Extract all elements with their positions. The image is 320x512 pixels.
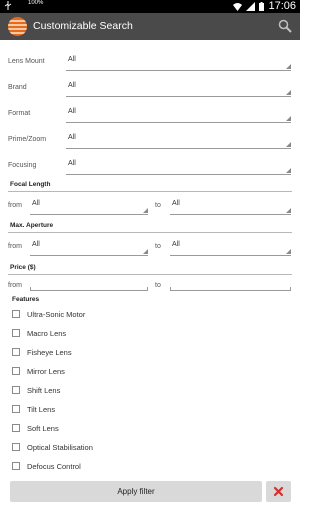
checkbox[interactable] (12, 462, 20, 470)
price-to-label: to (155, 282, 161, 289)
battery-icon (259, 1, 265, 11)
brand-row: Brand All (0, 77, 300, 103)
signal-icon (246, 1, 256, 11)
checkbox[interactable] (12, 329, 20, 337)
lens-logo-icon[interactable] (8, 17, 27, 36)
dropdown-arrow-icon (286, 90, 291, 95)
checkbox[interactable] (12, 386, 20, 394)
usb-icon (4, 1, 12, 13)
price-from-label: from (8, 282, 22, 289)
wifi-icon (233, 2, 243, 11)
price-title: Price ($) (10, 264, 36, 271)
prime-zoom-value: All (68, 134, 76, 141)
feature-fisheye-lens[interactable]: Fisheye Lens (12, 345, 72, 359)
dropdown-arrow-icon (286, 142, 291, 147)
feature-tilt-lens[interactable]: Tilt Lens (12, 402, 55, 416)
aperture-from-label: from (8, 243, 22, 250)
prime-zoom-dropdown[interactable]: All (66, 131, 291, 149)
aperture-to-value: All (172, 241, 180, 248)
focal-from-dropdown[interactable]: All (30, 197, 148, 215)
aperture-title: Max. Aperture (10, 222, 54, 229)
feature-defocus-control[interactable]: Defocus Control (12, 459, 81, 473)
checkbox[interactable] (12, 405, 20, 413)
status-bar: 100% 17:06 (0, 0, 300, 13)
focusing-row: Focusing All (0, 155, 300, 181)
status-time: 17:06 (268, 0, 296, 12)
aperture-to-dropdown[interactable]: All (170, 238, 291, 256)
prime-zoom-label: Prime/Zoom (8, 136, 47, 143)
brand-dropdown[interactable]: All (66, 79, 291, 97)
lens-mount-label: Lens Mount (8, 58, 45, 65)
aperture-from-dropdown[interactable]: All (30, 238, 148, 256)
price-to-input[interactable] (170, 279, 291, 291)
close-icon (273, 486, 284, 497)
feature-label: Soft Lens (27, 423, 59, 433)
lens-mount-row: Lens Mount All (0, 51, 300, 77)
divider (8, 191, 292, 192)
feature-mirror-lens[interactable]: Mirror Lens (12, 364, 65, 378)
dropdown-arrow-icon (286, 168, 291, 173)
focal-to-value: All (172, 200, 180, 207)
focusing-label: Focusing (8, 162, 37, 169)
focusing-dropdown[interactable]: All (66, 157, 291, 175)
battery-percent: 100% (28, 0, 44, 6)
price-from-input[interactable] (30, 279, 148, 291)
checkbox[interactable] (12, 310, 20, 318)
aperture-from-value: All (32, 241, 40, 248)
feature-label: Ultra-Sonic Motor (27, 309, 86, 319)
focal-from-value: All (32, 200, 40, 207)
focal-to-label: to (155, 202, 161, 209)
feature-ultra-sonic-motor[interactable]: Ultra-Sonic Motor (12, 307, 85, 321)
dropdown-arrow-icon (286, 64, 291, 69)
focal-to-dropdown[interactable]: All (170, 197, 291, 215)
dropdown-arrow-icon (286, 208, 291, 213)
prime-zoom-row: Prime/Zoom All (0, 129, 300, 155)
lens-mount-dropdown[interactable]: All (66, 53, 291, 71)
checkbox[interactable] (12, 367, 20, 375)
dropdown-arrow-icon (286, 116, 291, 121)
focal-length-title: Focal Length (10, 181, 51, 188)
focal-from-label: from (8, 202, 22, 209)
format-value: All (68, 108, 76, 115)
feature-label: Shift Lens (27, 385, 61, 395)
format-label: Format (8, 110, 31, 117)
dropdown-arrow-icon (286, 249, 291, 254)
lens-mount-value: All (68, 56, 76, 63)
feature-label: Optical Stabilisation (27, 442, 93, 452)
brand-label: Brand (8, 84, 27, 91)
focusing-value: All (68, 160, 76, 167)
feature-soft-lens[interactable]: Soft Lens (12, 421, 59, 435)
feature-optical-stabilisation[interactable]: Optical Stabilisation (12, 440, 93, 454)
divider (8, 232, 292, 233)
app-title: Customizable Search (33, 20, 133, 32)
brand-value: All (68, 82, 76, 89)
format-row: Format All (0, 103, 300, 129)
checkbox[interactable] (12, 348, 20, 356)
checkbox[interactable] (12, 424, 20, 432)
checkbox[interactable] (12, 443, 20, 451)
apply-filter-button[interactable]: Apply filter (10, 481, 262, 502)
feature-shift-lens[interactable]: Shift Lens (12, 383, 60, 397)
feature-label: Defocus Control (27, 461, 81, 471)
search-icon[interactable] (278, 19, 292, 33)
aperture-to-label: to (155, 243, 161, 250)
feature-label: Tilt Lens (27, 404, 56, 414)
action-bar: Customizable Search (0, 13, 300, 40)
feature-label: Macro Lens (27, 328, 67, 338)
divider (8, 274, 292, 275)
clear-filter-button[interactable] (266, 481, 291, 502)
features-title: Features (12, 296, 40, 303)
feature-label: Mirror Lens (27, 366, 65, 376)
dropdown-arrow-icon (143, 249, 148, 254)
format-dropdown[interactable]: All (66, 105, 291, 123)
dropdown-arrow-icon (143, 208, 148, 213)
feature-label: Fisheye Lens (27, 347, 72, 357)
feature-macro-lens[interactable]: Macro Lens (12, 326, 66, 340)
